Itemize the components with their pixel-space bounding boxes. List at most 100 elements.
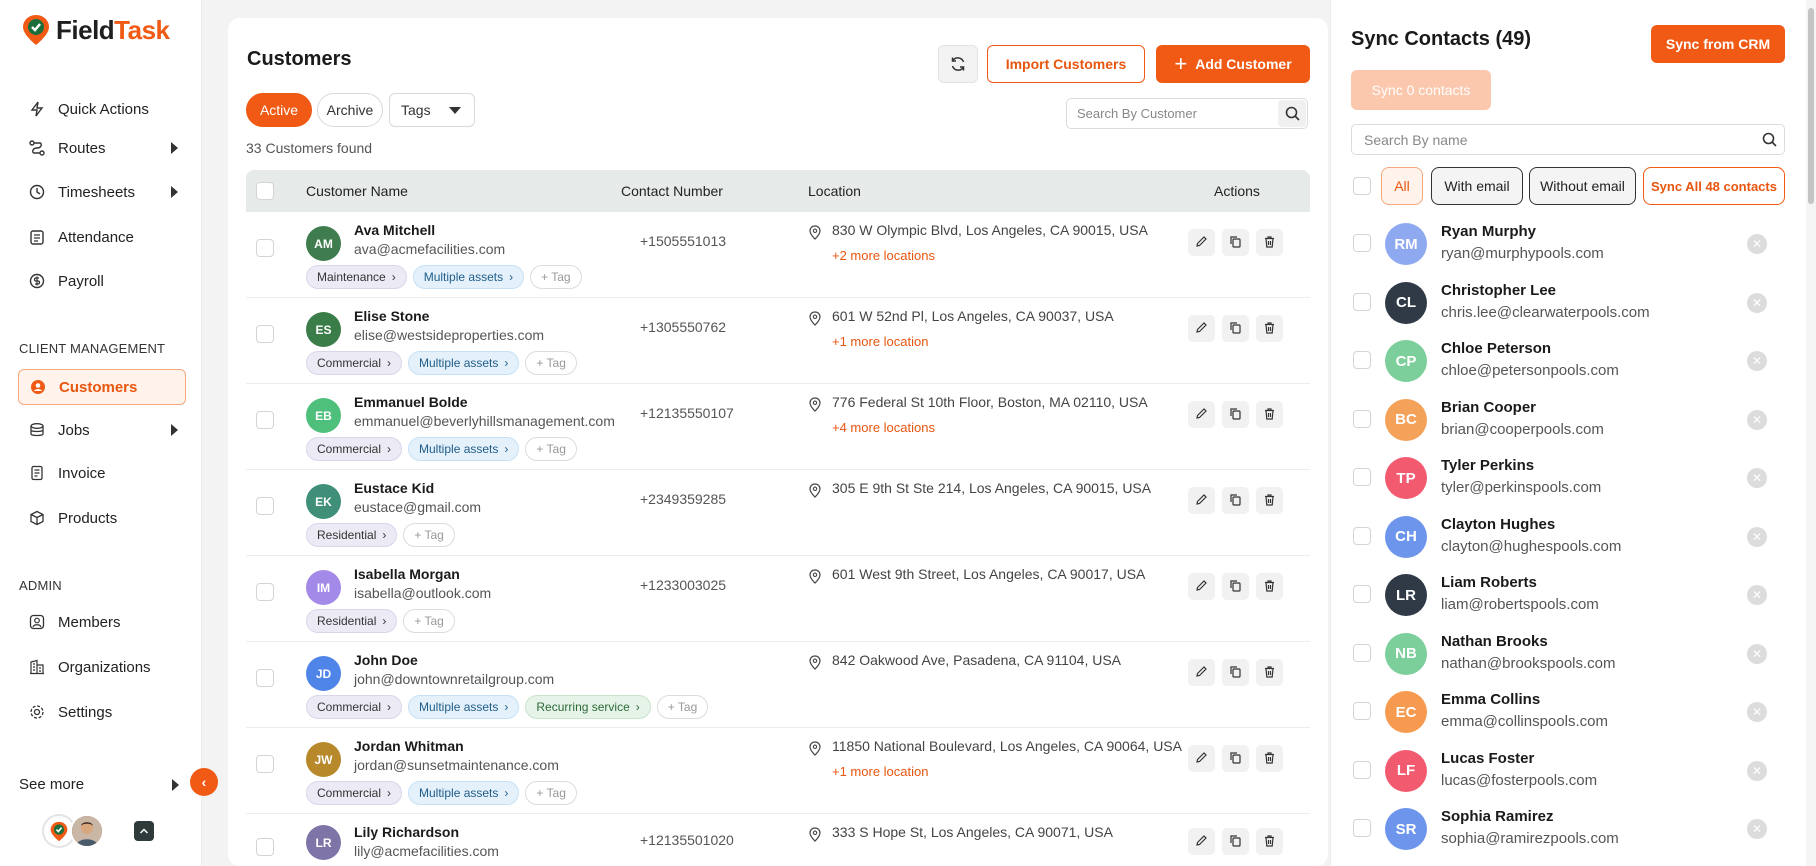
contact-checkbox[interactable] <box>1353 292 1371 311</box>
chip-with-email[interactable]: With email <box>1431 167 1523 205</box>
delete-button[interactable] <box>1256 745 1283 772</box>
edit-button[interactable] <box>1188 573 1215 600</box>
delete-button[interactable] <box>1256 229 1283 256</box>
remove-contact-button[interactable]: ✕ <box>1747 643 1767 664</box>
tag-chip[interactable]: Multiple assets › <box>408 351 520 375</box>
contact-search-input[interactable]: Search By name <box>1351 124 1785 155</box>
contact-item[interactable]: TP Tyler Perkins tyler@perkinspools.com ✕ <box>1351 452 1797 510</box>
tag-chip[interactable]: Commercial › <box>306 437 403 461</box>
customer-name[interactable]: Jordan Whitman <box>354 738 464 754</box>
collapse-sidebar-button[interactable]: ‹ <box>190 768 218 796</box>
scrollbar-thumb[interactable] <box>1808 8 1814 204</box>
duplicate-button[interactable] <box>1222 401 1249 428</box>
search-button[interactable] <box>1278 100 1306 127</box>
remove-contact-button[interactable]: ✕ <box>1747 760 1767 781</box>
tag-chip[interactable]: Commercial › <box>306 781 403 805</box>
tag-chip[interactable]: Commercial › <box>306 695 403 719</box>
contact-checkbox[interactable] <box>1353 234 1371 252</box>
row-checkbox[interactable] <box>256 838 274 856</box>
sync-contacts-button[interactable]: Sync 0 contacts <box>1351 70 1491 110</box>
duplicate-button[interactable] <box>1222 487 1249 514</box>
contact-item[interactable]: NB Nathan Brooks nathan@brookspools.com ✕ <box>1351 628 1797 686</box>
edit-button[interactable] <box>1188 659 1215 686</box>
contact-checkbox[interactable] <box>1353 643 1371 662</box>
remove-contact-button[interactable]: ✕ <box>1747 409 1767 430</box>
remove-contact-button[interactable]: ✕ <box>1747 234 1767 254</box>
tag-chip[interactable]: Residential › <box>306 523 398 547</box>
select-all-checkbox[interactable] <box>256 182 274 200</box>
chip-without-email[interactable]: Without email <box>1529 167 1636 205</box>
customer-name[interactable]: Eustace Kid <box>354 480 434 496</box>
tag-chip[interactable]: Residential › <box>306 609 398 633</box>
table-row[interactable]: LR Lily Richardson lily@acmefacilities.com… <box>246 814 1310 866</box>
more-locations-link[interactable]: +1 more location <box>832 764 928 779</box>
nav-attendance[interactable]: Attendance <box>18 219 186 255</box>
duplicate-button[interactable] <box>1222 573 1249 600</box>
remove-contact-button[interactable]: ✕ <box>1747 702 1767 722</box>
add-tag-button[interactable]: + Tag <box>525 781 577 805</box>
tag-chip[interactable]: Maintenance › <box>306 265 407 289</box>
remove-contact-button[interactable]: ✕ <box>1747 292 1767 313</box>
row-checkbox[interactable] <box>256 497 274 515</box>
expand-arrow-icon[interactable] <box>171 424 178 436</box>
table-row[interactable]: JW Jordan Whitman jordan@sunsetmaintenance… <box>246 728 1310 814</box>
duplicate-button[interactable] <box>1222 659 1249 686</box>
contact-item[interactable]: LF Lucas Foster lucas@fosterpools.com ✕ <box>1351 745 1797 803</box>
customer-name[interactable]: Isabella Morgan <box>354 566 460 582</box>
tags-dropdown[interactable]: Tags <box>389 93 475 127</box>
contact-item[interactable]: SR Sophia Ramirez sophia@ramirezpools.com ✕ <box>1351 803 1797 861</box>
nav-quick-actions[interactable]: Quick Actions <box>18 91 186 127</box>
contact-checkbox[interactable] <box>1353 351 1371 369</box>
tag-chip[interactable]: Multiple assets › <box>412 265 525 289</box>
delete-button[interactable] <box>1256 487 1283 514</box>
contact-item[interactable]: BC Brian Cooper brian@cooperpools.com ✕ <box>1351 394 1797 452</box>
contact-checkbox[interactable] <box>1353 468 1371 486</box>
nav-organizations[interactable]: Organizations <box>18 649 186 685</box>
contact-item[interactable]: CH Clayton Hughes clayton@hughespools.com ✕ <box>1351 511 1797 569</box>
add-customer-button[interactable]: + Add Customer <box>1156 45 1310 83</box>
more-locations-link[interactable]: +4 more locations <box>832 420 935 435</box>
nav-customers[interactable]: Customers <box>18 369 186 405</box>
add-tag-button[interactable]: + Tag <box>530 265 582 289</box>
customer-name[interactable]: Emmanuel Bolde <box>354 394 468 410</box>
filter-active[interactable]: Active <box>246 93 312 127</box>
sync-all-button[interactable]: Sync All 48 contacts <box>1643 167 1785 205</box>
row-checkbox[interactable] <box>256 755 274 773</box>
filter-archive[interactable]: Archive <box>317 93 383 127</box>
more-locations-link[interactable]: +2 more locations <box>832 248 935 263</box>
tag-chip[interactable]: Multiple assets › <box>408 781 520 805</box>
add-tag-button[interactable]: + Tag <box>403 609 455 633</box>
nav-payroll[interactable]: Payroll <box>18 263 186 299</box>
nav-jobs[interactable]: Jobs <box>18 412 186 448</box>
remove-contact-button[interactable]: ✕ <box>1747 585 1767 605</box>
customer-name[interactable]: Lily Richardson <box>354 824 459 840</box>
duplicate-button[interactable] <box>1222 229 1249 256</box>
edit-button[interactable] <box>1188 401 1215 428</box>
delete-button[interactable] <box>1256 401 1283 428</box>
duplicate-button[interactable] <box>1222 315 1249 342</box>
delete-button[interactable] <box>1256 659 1283 686</box>
expand-arrow-icon[interactable] <box>171 142 178 154</box>
table-row[interactable]: ES Elise Stone elise@westsideproperties.co… <box>246 298 1310 384</box>
tag-chip[interactable]: Recurring service › <box>525 695 651 719</box>
edit-button[interactable] <box>1188 487 1215 514</box>
table-row[interactable]: EB Emmanuel Bolde emmanuel@beverlyhillsman… <box>246 384 1310 470</box>
delete-button[interactable] <box>1256 573 1283 600</box>
edit-button[interactable] <box>1188 828 1215 855</box>
table-row[interactable]: EK Eustace Kid eustace@gmail.com Residentia… <box>246 470 1310 556</box>
search-button[interactable] <box>1755 126 1783 153</box>
nav-products[interactable]: Products <box>18 500 186 536</box>
nav-invoice[interactable]: Invoice <box>18 455 186 491</box>
customer-name[interactable]: Elise Stone <box>354 308 429 324</box>
customer-search-input[interactable]: Search By Customer <box>1066 98 1308 129</box>
see-more[interactable]: See more <box>19 776 179 793</box>
row-checkbox[interactable] <box>256 583 274 601</box>
app-logo[interactable]: FieldTask <box>22 14 170 46</box>
contact-item[interactable]: CL Christopher Lee chris.lee@clearwaterpoo… <box>1351 277 1797 335</box>
duplicate-button[interactable] <box>1222 828 1249 855</box>
duplicate-button[interactable] <box>1222 745 1249 772</box>
delete-button[interactable] <box>1256 828 1283 855</box>
table-row[interactable]: IM Isabella Morgan isabella@outlook.com Res… <box>246 556 1310 642</box>
contact-checkbox[interactable] <box>1353 526 1371 545</box>
row-checkbox[interactable] <box>256 411 274 429</box>
